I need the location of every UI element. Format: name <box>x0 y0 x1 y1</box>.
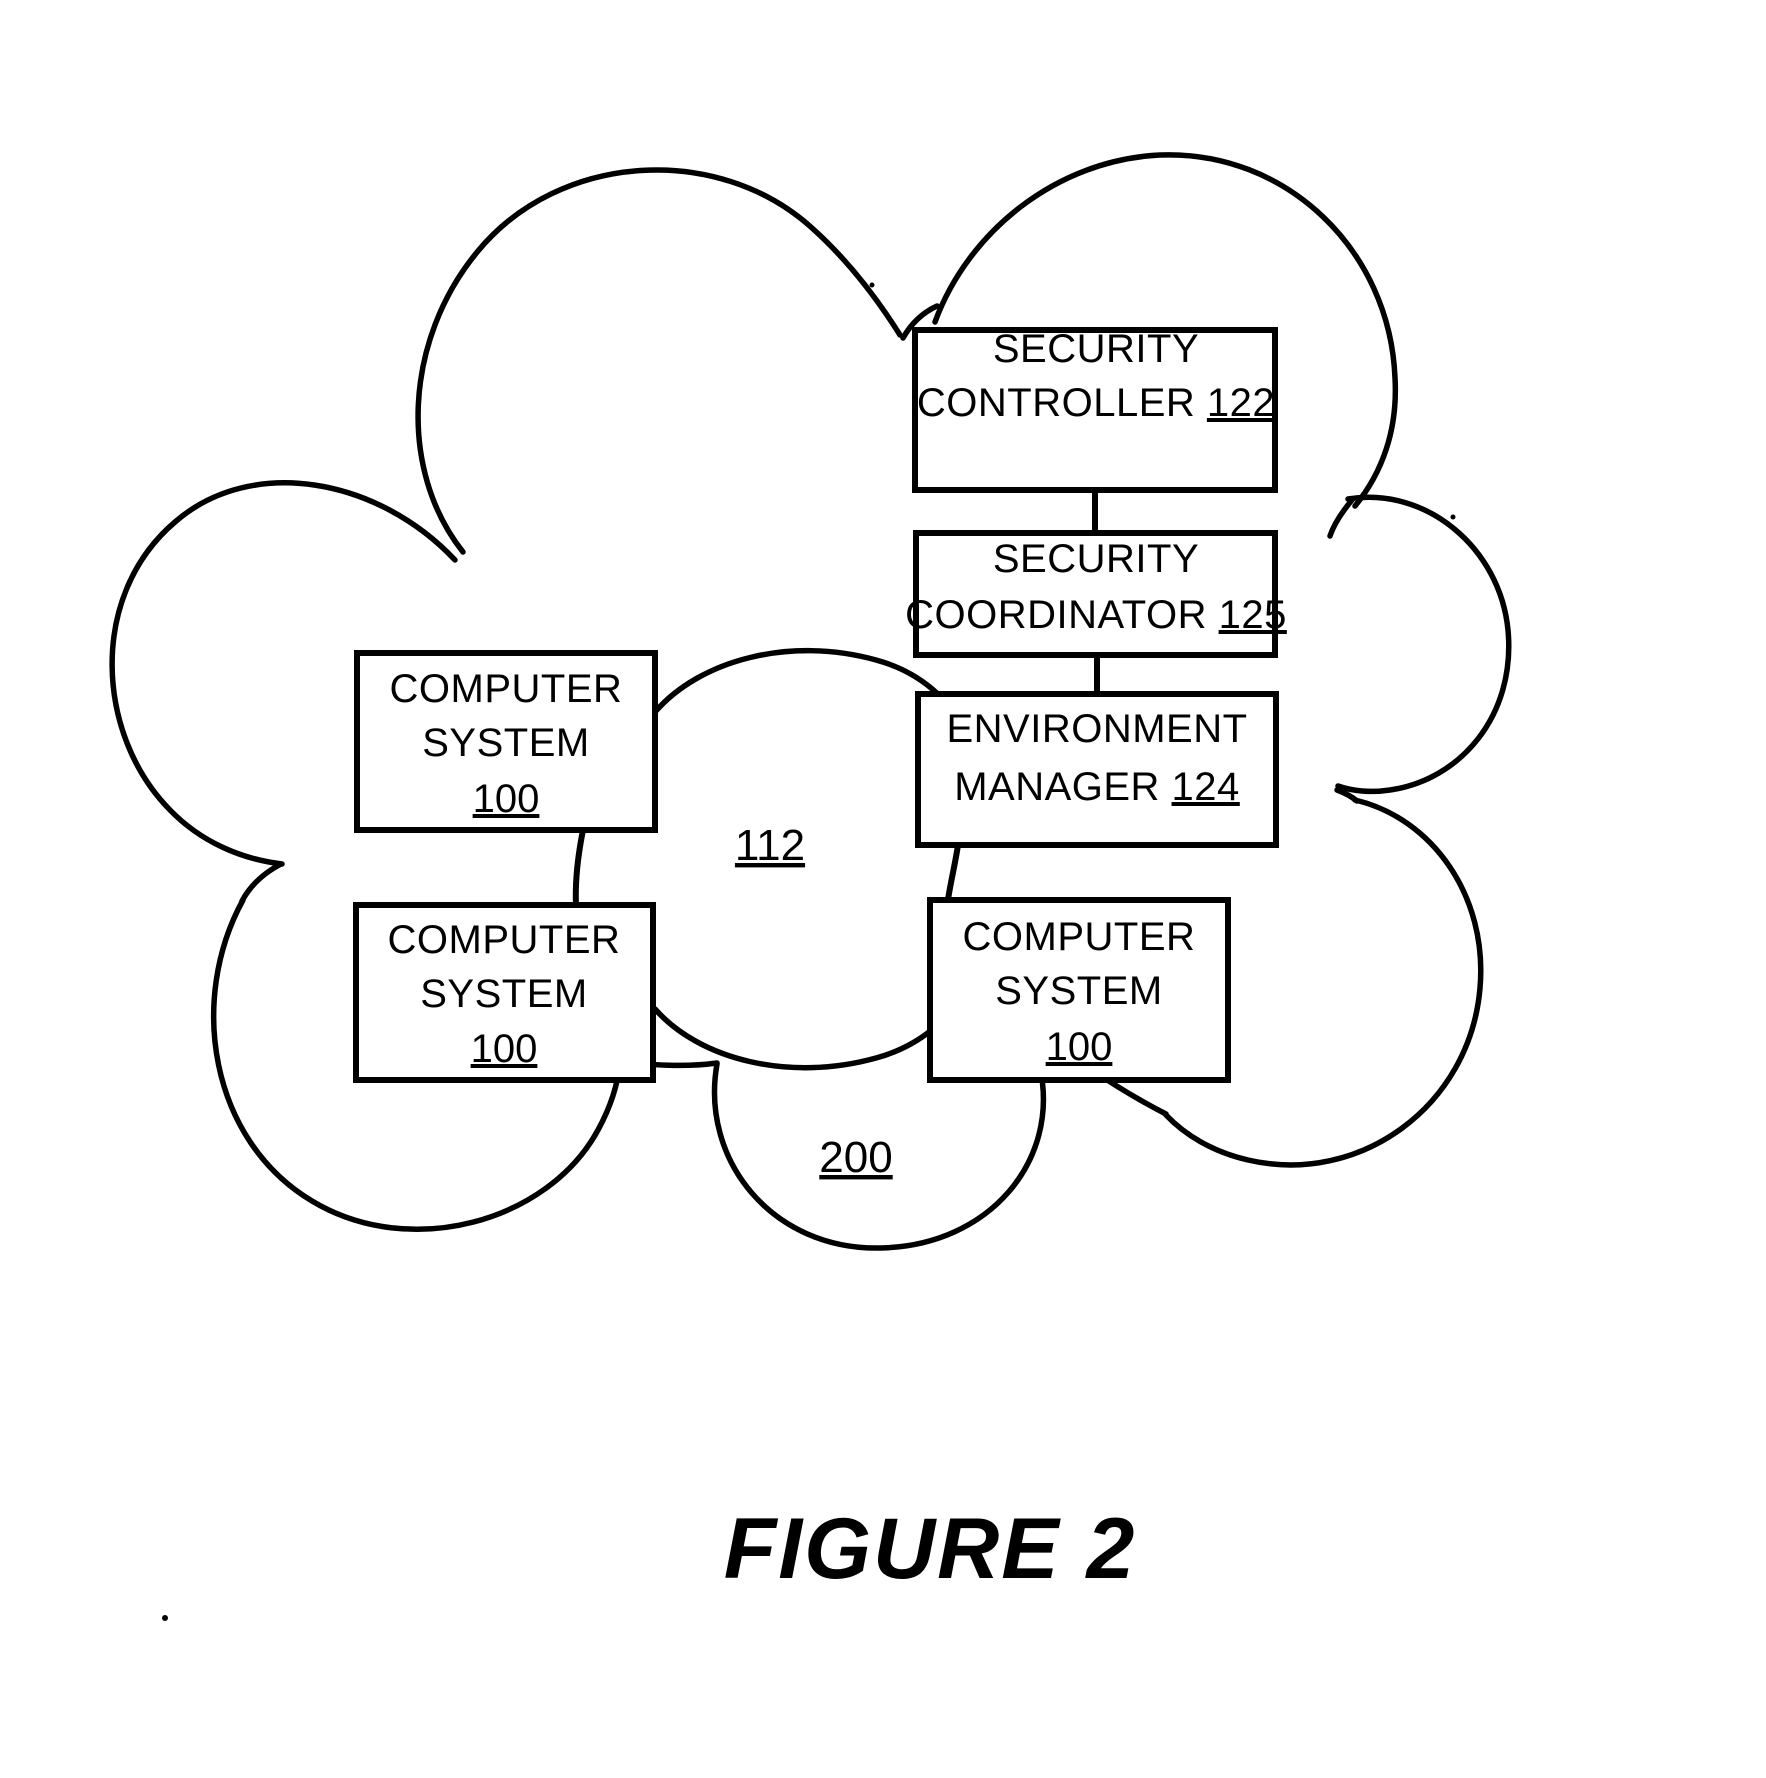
security-coordinator-line1: SECURITY <box>993 537 1199 581</box>
node-computer-system-bottom-right[interactable]: COMPUTER SYSTEM 100 <box>927 897 1231 1083</box>
security-controller-line1: SECURITY <box>993 327 1199 371</box>
figure-caption: FIGURE 2 <box>724 1501 1137 1597</box>
inner-cloud-reference-112: 112 <box>735 821 805 870</box>
scan-speck <box>869 282 875 288</box>
computer-system-bottom-right-ref: 100 <box>1046 1025 1113 1069</box>
connector-manager-computer-right <box>945 844 961 901</box>
node-security-controller-label-word: CONTROLLER <box>917 381 1207 425</box>
node-environment-manager[interactable]: ENVIRONMENT MANAGER 124 <box>915 691 1279 848</box>
computer-system-bottom-left-ref: 100 <box>471 1027 538 1071</box>
cloud-lobe-top-left <box>415 167 903 555</box>
computer-system-bottom-right-line2: SYSTEM <box>995 969 1162 1013</box>
node-security-coordinator-ref: 125 <box>1219 593 1287 637</box>
computer-system-top-left-ref: 100 <box>473 777 540 821</box>
node-security-coordinator[interactable]: SECURITY COORDINATOR 125 <box>905 530 1287 658</box>
computer-system-bottom-left-line1: COMPUTER <box>388 918 621 962</box>
node-environment-manager-label-word: MANAGER <box>954 765 1171 809</box>
patent-figure-diagram: SECURITY CONTROLLER 122 SECURITY COORDIN… <box>109 152 1512 1621</box>
node-security-coordinator-label-word: COORDINATOR <box>905 593 1218 637</box>
outer-cloud <box>109 152 1512 1251</box>
scan-speck <box>1450 514 1456 520</box>
outer-cloud-reference-200: 200 <box>819 1133 892 1182</box>
computer-system-bottom-left-line2: SYSTEM <box>420 972 587 1016</box>
cloud-lobe-right-upper <box>1335 494 1512 795</box>
cloud-notch-right <box>1327 497 1355 539</box>
node-computer-system-bottom-left[interactable]: COMPUTER SYSTEM 100 <box>353 902 656 1083</box>
connector-computer-left-pair <box>572 829 586 906</box>
cloud-notch-bottom-left <box>239 861 284 904</box>
inner-cloud-bottom-arc <box>652 981 971 1071</box>
node-security-controller-ref: 122 <box>1207 381 1275 425</box>
security-coordinator-line2: COORDINATOR 125 <box>905 593 1287 637</box>
node-security-controller[interactable]: SECURITY CONTROLLER 122 <box>912 327 1278 493</box>
figure-canvas: SECURITY CONTROLLER 122 SECURITY COORDIN… <box>0 0 1766 1778</box>
node-computer-system-top-left[interactable]: COMPUTER SYSTEM 100 <box>354 650 658 833</box>
computer-system-bottom-right-line1: COMPUTER <box>963 915 1196 959</box>
node-environment-manager-ref: 124 <box>1172 765 1240 809</box>
computer-system-top-left-line2: SYSTEM <box>422 721 589 765</box>
environment-manager-line1: ENVIRONMENT <box>946 707 1247 751</box>
environment-manager-line2: MANAGER 124 <box>954 765 1240 809</box>
computer-system-top-left-line1: COMPUTER <box>390 667 623 711</box>
scan-speck <box>162 1615 168 1621</box>
security-controller-line2: CONTROLLER 122 <box>917 381 1275 425</box>
